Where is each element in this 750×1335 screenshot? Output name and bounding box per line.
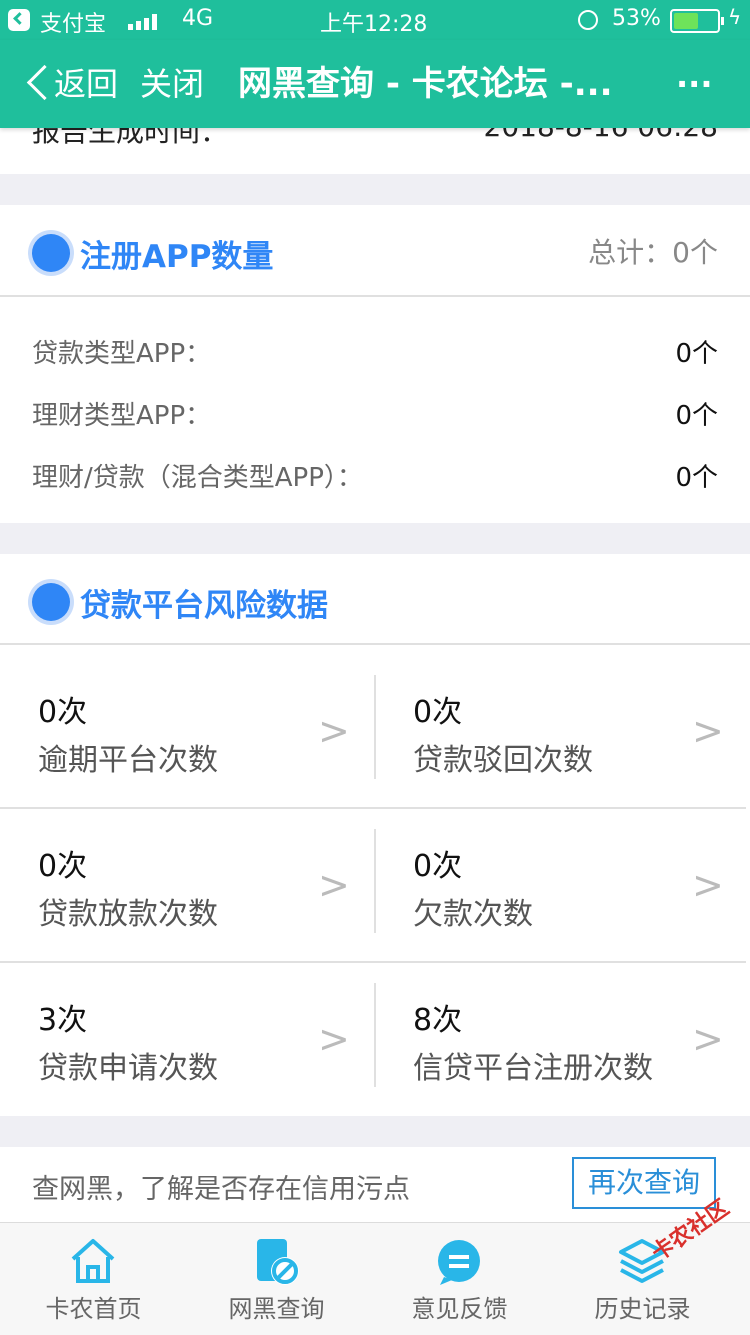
stat-label: 贷款驳回次数 xyxy=(413,743,593,778)
query-again-button[interactable]: 再次查询 xyxy=(572,1157,716,1209)
battery-icon xyxy=(670,9,724,33)
chevron-right-icon: > xyxy=(318,1017,350,1061)
app-total: 总计：0个 xyxy=(588,236,718,269)
app-row-value: 0个 xyxy=(675,463,718,493)
stat-label: 贷款申请次数 xyxy=(38,1051,218,1086)
app-row-label: 理财类型APP： xyxy=(32,401,212,431)
promo-text: 查网黑，了解是否存在信用污点 xyxy=(32,1174,410,1205)
chevron-right-icon: > xyxy=(318,863,350,907)
app-section-title: 注册APP数量 xyxy=(80,239,274,275)
chevron-right-icon: > xyxy=(692,709,724,753)
tab-label: 历史记录 xyxy=(594,1295,691,1323)
credit-platform-registration-item[interactable]: 8次 信贷平台注册次数 > xyxy=(376,963,750,1115)
back-button[interactable]: 返回 xyxy=(18,40,128,128)
app-row-label: 贷款类型APP： xyxy=(32,339,212,369)
charging-icon: ϟ xyxy=(728,5,742,29)
back-label: 返回 xyxy=(54,65,119,103)
tab-blacklist-query[interactable]: 网黑查询 xyxy=(183,1223,370,1335)
stat-label: 欠款次数 xyxy=(413,897,533,932)
stat-label: 逾期平台次数 xyxy=(38,743,218,778)
stat-count: 0次 xyxy=(38,849,88,884)
stat-count: 0次 xyxy=(413,695,463,730)
debt-count-item[interactable]: 0次 欠款次数 > xyxy=(376,809,750,961)
loan-disbursed-item[interactable]: 0次 贷款放款次数 > xyxy=(0,809,375,961)
risk-card: 贷款平台风险数据 0次 逾期平台次数 > 0次 贷款驳回次数 > 0次 贷款放款… xyxy=(0,554,750,1116)
app-count-card: 注册APP数量 总计：0个 贷款类型APP： 0个 理财类型APP： 0个 理财… xyxy=(0,205,750,523)
tab-home[interactable]: 卡农首页 xyxy=(0,1223,187,1335)
loan-rejected-item[interactable]: 0次 贷款驳回次数 > xyxy=(376,645,750,807)
stat-count: 0次 xyxy=(413,849,463,884)
section-dot-icon xyxy=(32,234,70,272)
feedback-icon xyxy=(438,1240,480,1285)
battery-percent: 53% xyxy=(612,6,661,31)
risk-section-title: 贷款平台风险数据 xyxy=(80,588,328,624)
page-title: 网黑查询 - 卡农论坛 -... xyxy=(238,64,613,104)
app-row-label: 理财/贷款（混合类型APP）： xyxy=(32,463,363,493)
more-button[interactable]: ··· xyxy=(676,40,712,128)
tab-label: 网黑查询 xyxy=(228,1295,325,1323)
tab-label: 卡农首页 xyxy=(45,1295,142,1323)
tab-feedback[interactable]: 意见反馈 xyxy=(366,1223,553,1335)
tab-label: 意见反馈 xyxy=(411,1295,508,1323)
chevron-right-icon: > xyxy=(692,863,724,907)
signal-icon xyxy=(128,12,162,30)
clock: 上午12:28 xyxy=(320,12,428,37)
stat-label: 信贷平台注册次数 xyxy=(413,1051,653,1086)
close-button[interactable]: 关闭 xyxy=(140,40,204,128)
divider xyxy=(0,295,750,297)
loan-application-item[interactable]: 3次 贷款申请次数 > xyxy=(0,963,375,1115)
section-dot-icon xyxy=(32,583,70,621)
stat-count: 8次 xyxy=(413,1003,463,1038)
app-row-value: 0个 xyxy=(675,339,718,369)
back-to-app-icon xyxy=(8,9,30,31)
home-icon xyxy=(71,1239,115,1283)
status-bar: 支付宝 4G 上午12:28 53% ϟ xyxy=(0,0,750,40)
network-label: 4G xyxy=(182,6,214,31)
query-again-card: 查网黑，了解是否存在信用污点 再次查询 xyxy=(0,1147,750,1222)
stat-count: 3次 xyxy=(38,1003,88,1038)
stat-count: 0次 xyxy=(38,695,88,730)
tab-history[interactable]: 历史记录 xyxy=(549,1223,736,1335)
tab-bar: 卡农首页 网黑查询 意见反馈 历史记录 卡农社区 xyxy=(0,1195,750,1335)
stat-label: 贷款放款次数 xyxy=(38,897,218,932)
rotation-lock-icon xyxy=(578,10,598,30)
carrier-label: 支付宝 xyxy=(40,12,107,37)
chevron-right-icon: > xyxy=(318,709,350,753)
blacklist-query-icon xyxy=(257,1239,299,1285)
app-row-value: 0个 xyxy=(675,401,718,431)
chevron-right-icon: > xyxy=(692,1017,724,1061)
nav-bar: 返回 关闭 网黑查询 - 卡农论坛 -... ··· xyxy=(0,40,750,128)
overdue-platform-item[interactable]: 0次 逾期平台次数 > xyxy=(0,645,375,807)
query-again-label: 再次查询 xyxy=(587,1166,700,1199)
